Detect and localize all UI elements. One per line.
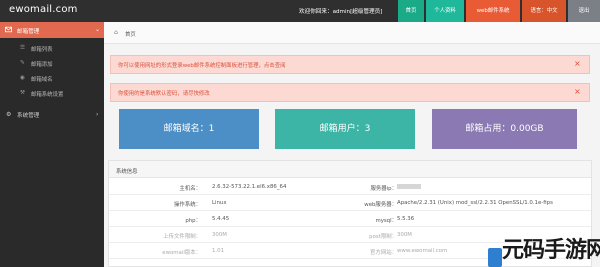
panel-header: 系统信息 (109, 161, 591, 178)
sidebar-item-mail-list[interactable]: ☰ 邮箱列表 (0, 42, 104, 54)
sidebar-item-label: 邮箱域名 (31, 77, 53, 83)
alert-text[interactable]: 你可以使用网址的形式登录web邮件系统控制面板进行管理，点击查阅 (118, 61, 285, 69)
info-key: php： (185, 218, 201, 224)
alert-text: 你使用的是系统默认密码，请尽快修改 (118, 91, 210, 97)
webmail-button[interactable]: web邮件系统 (466, 0, 520, 22)
profile-button[interactable]: 个人资料 (426, 0, 464, 22)
sidebar-item-label: 邮箱系统设置 (31, 92, 64, 98)
info-key: 服务器ip： (370, 186, 397, 192)
table-row: 操作系统： Linux web服务器： Apache/2.2.31 (Unix)… (109, 196, 591, 211)
sidebar-item-label: 邮箱列表 (31, 47, 53, 53)
gear-icon: ⚙ (6, 111, 12, 118)
breadcrumb-home[interactable]: 首页 (125, 30, 136, 38)
info-value: 2.6.32-573.22.1.el6.x86_64 (212, 184, 287, 190)
sidebar-group-label: 邮箱管理 (17, 29, 40, 35)
language-button[interactable]: 语言：中文 (522, 0, 566, 22)
wrench-icon: ⚒ (20, 90, 26, 96)
breadcrumb: ⌂ 首页 (104, 22, 600, 44)
sidebar-item-mail-add[interactable]: ✎ 邮箱添加 (0, 57, 104, 69)
stat-domains: 邮箱域名：1 (119, 109, 259, 149)
info-value: www.ewomail.com (397, 248, 448, 254)
info-value: 5.4.45 (212, 216, 230, 222)
table-row: 主机名： 2.6.32-573.22.1.el6.x86_64 服务器ip： (109, 180, 591, 195)
info-key: 操作系统： (174, 202, 201, 208)
chevron-right-icon: › (96, 111, 99, 118)
info-value: 300M (397, 232, 412, 238)
info-key: mysql： (375, 218, 397, 224)
edit-icon: ✎ (20, 60, 25, 66)
info-value: 300M (212, 232, 227, 238)
watermark: 元码手游网 (488, 224, 600, 267)
sidebar-item-mail-domain[interactable]: ◉ 邮箱域名 (0, 72, 104, 84)
info-key: 官方网站： (370, 250, 397, 256)
alert-password: 你使用的是系统默认密码，请尽快修改 × (110, 83, 590, 102)
info-value-redacted (397, 184, 421, 190)
sidebar-group-mail[interactable]: 邮箱管理 ⌄ (0, 22, 104, 38)
globe-icon: ◉ (20, 75, 25, 81)
logout-button[interactable]: 退出 (568, 0, 600, 22)
chevron-down-icon: ⌄ (95, 26, 101, 33)
list-icon: ☰ (20, 45, 26, 51)
close-icon[interactable]: × (574, 87, 581, 96)
home-button[interactable]: 首页 (398, 0, 424, 22)
home-icon: ⌂ (114, 29, 118, 36)
sidebar: 邮箱管理 ⌄ ☰ 邮箱列表 ✎ 邮箱添加 ◉ 邮箱域名 ⚒ 邮箱系统设置 ⚙ 系… (0, 22, 104, 267)
mail-icon (5, 26, 12, 33)
info-value: 5.5.36 (397, 216, 415, 222)
stat-users: 邮箱用户：3 (275, 109, 415, 149)
panel-title: 系统信息 (116, 169, 138, 175)
info-value: Apache/2.2.31 (Unix) mod_ssl/2.2.31 Open… (397, 200, 553, 206)
welcome-text: 欢迎你回来：admin[超级管理员] (299, 9, 383, 15)
info-key: 主机名： (179, 186, 201, 192)
info-key: 上传文件限制： (163, 234, 201, 240)
redacted-mask (397, 184, 421, 189)
alert-info: 你可以使用网址的形式登录web邮件系统控制面板进行管理，点击查阅 × (110, 55, 590, 74)
info-value: Linux (212, 200, 227, 206)
watermark-badge (488, 248, 502, 267)
stat-usage: 邮箱占用：0.00GB (432, 109, 577, 149)
top-bar: ewomail.com 欢迎你回来：admin[超级管理员] 首页 个人资料 w… (0, 0, 600, 22)
sidebar-group-label: 系统管理 (17, 113, 40, 119)
sidebar-item-label: 邮箱添加 (31, 62, 53, 68)
watermark-text: 元码手游网 (502, 238, 600, 263)
info-key: post限制： (369, 234, 397, 240)
info-value: 1.01 (212, 248, 225, 254)
info-key: web服务器： (364, 202, 397, 208)
info-key: ewomail版本： (162, 250, 201, 256)
sidebar-item-mail-settings[interactable]: ⚒ 邮箱系统设置 (0, 87, 104, 99)
logo: ewomail.com (9, 4, 78, 15)
sidebar-group-system[interactable]: ⚙ 系统管理 › (0, 107, 104, 122)
close-icon[interactable]: × (574, 59, 581, 68)
